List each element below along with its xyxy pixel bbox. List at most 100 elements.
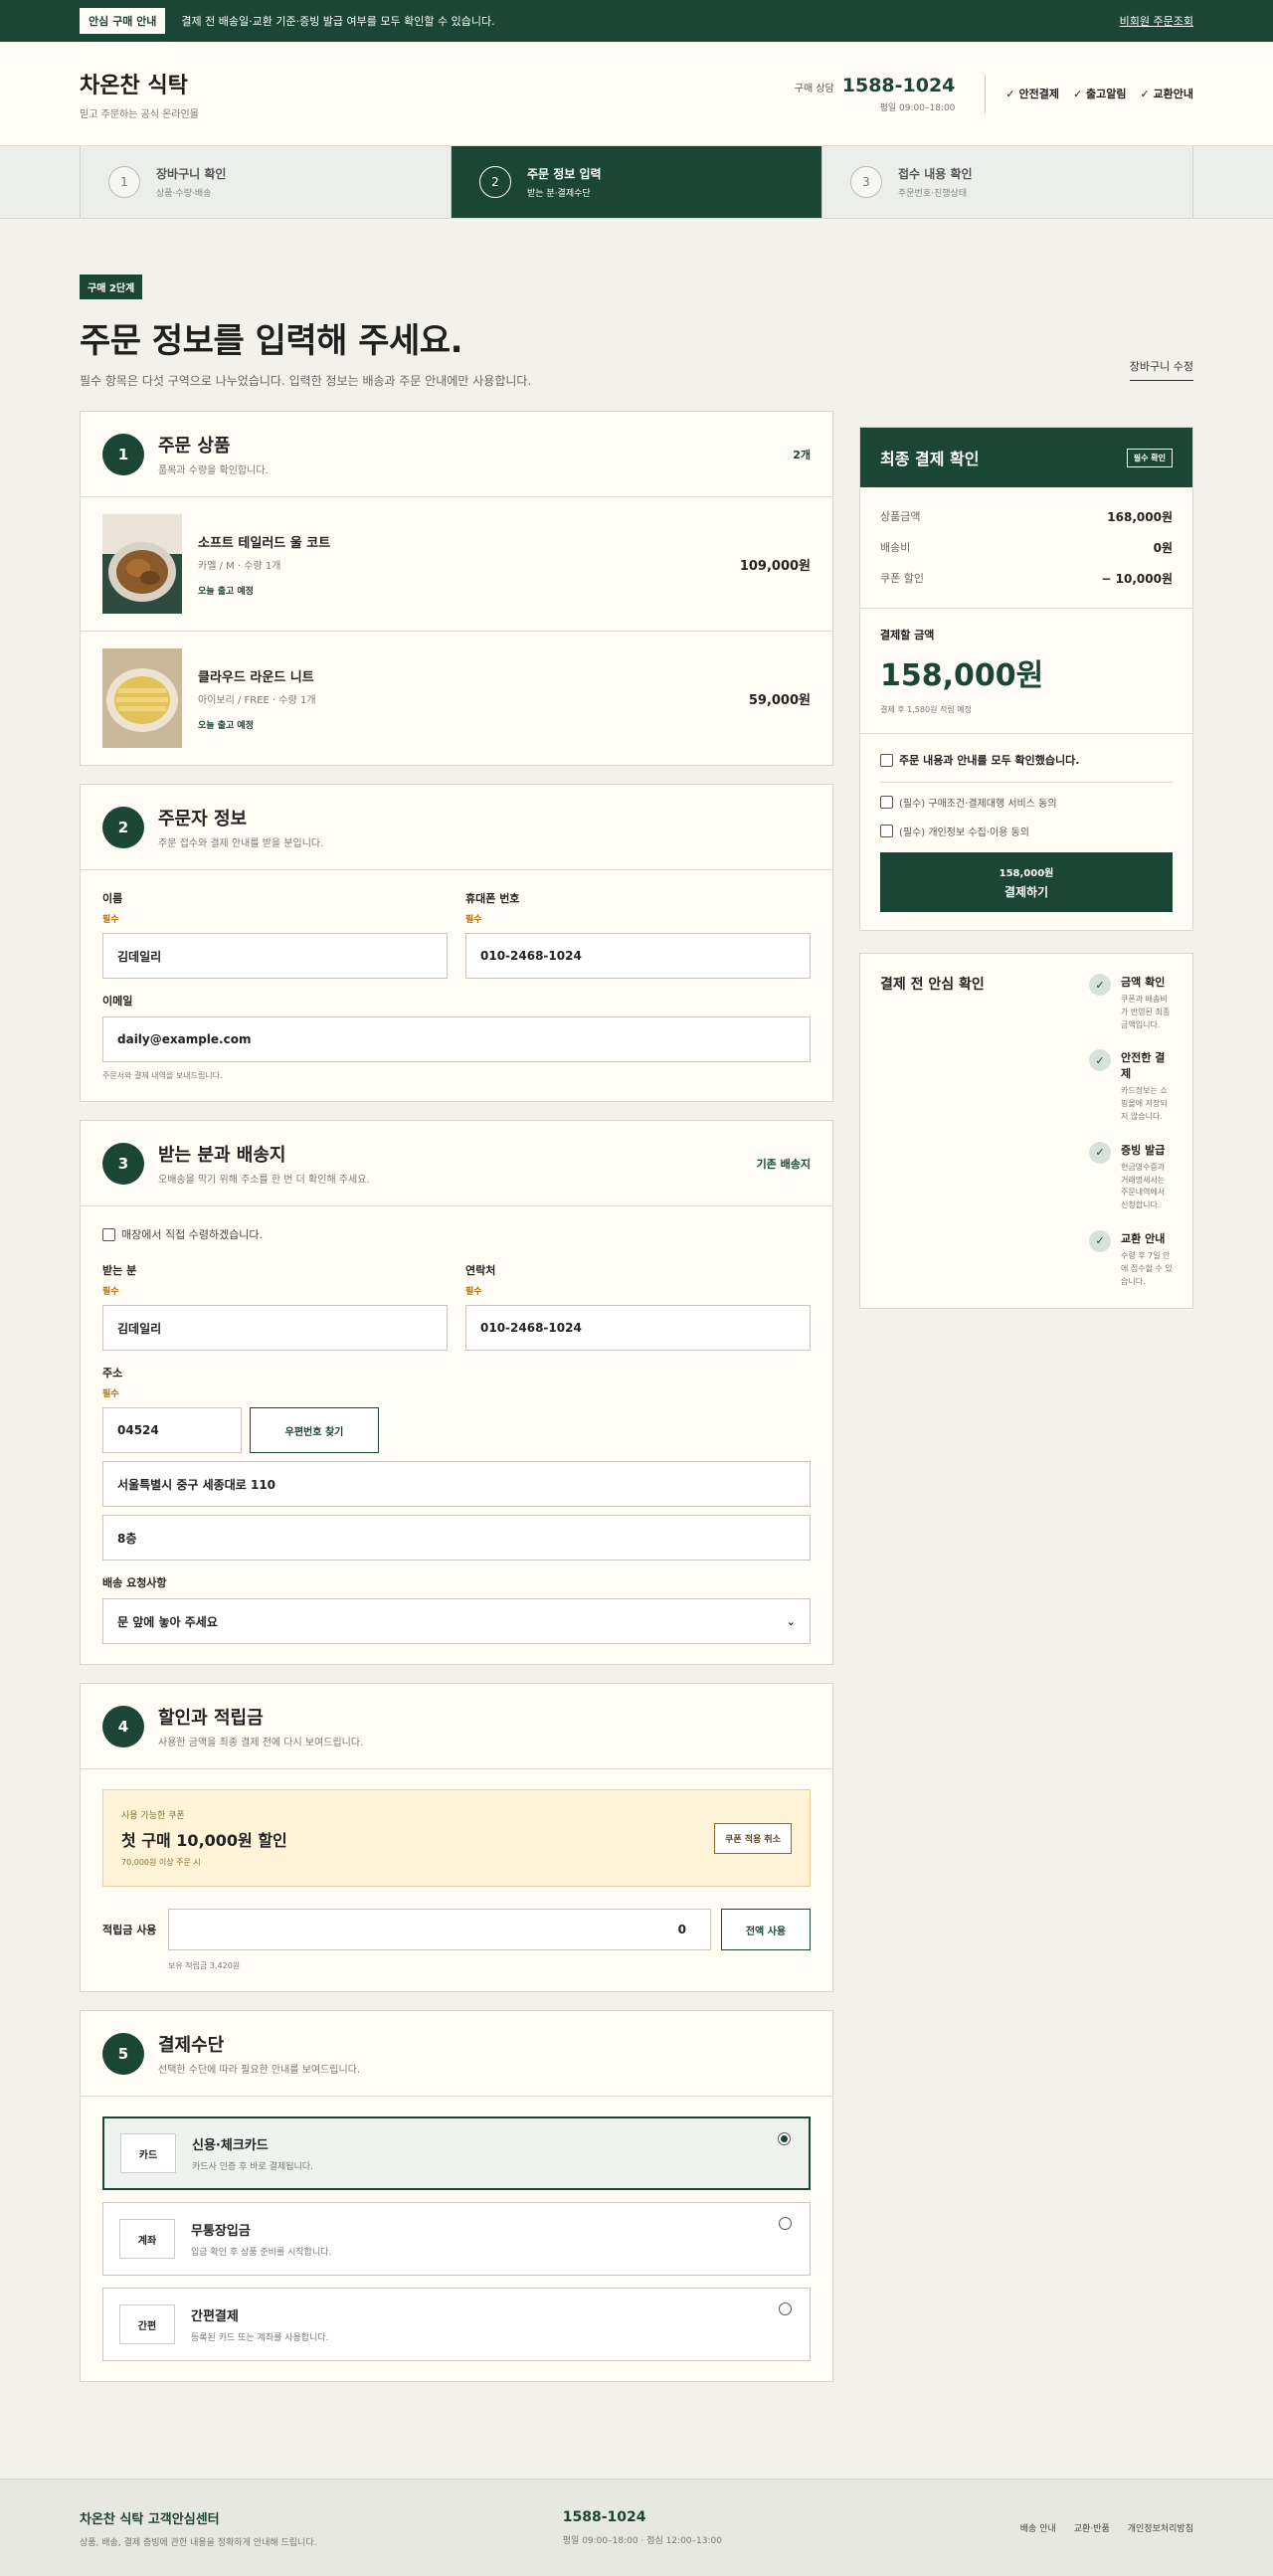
agree-all-option[interactable]: 주문 내용과 안내를 모두 확인했습니다. xyxy=(880,752,1173,783)
trust-item-safe-pay: 안전결제 xyxy=(1005,86,1058,101)
orderer-phone-input[interactable]: 010-2468-1024 xyxy=(465,933,811,979)
summary-label: 배송비 xyxy=(880,541,911,554)
coupon-title: 첫 구매 10,000원 할인 xyxy=(121,1831,287,1850)
payment-summary: 최종 결제 확인 필수 확인 상품금액 168,000원 배송비 0원 쿠폰 할인 −… xyxy=(859,427,1193,931)
brand: 차온찬 식탁 믿고 주문하는 공식 온라인몰 xyxy=(80,68,795,120)
step-confirm: 3 접수 내용 확인 주문번호·진행상태 xyxy=(821,146,1193,218)
payment-option-easy[interactable]: 간편 간편결제 등록된 카드 또는 계좌를 사용합니다. xyxy=(102,2288,811,2361)
summary-row: 쿠폰 할인 − 10,000원 xyxy=(880,563,1173,594)
recipient-contact-input[interactable]: 010-2468-1024 xyxy=(465,1305,811,1351)
delivery-request-select[interactable]: 문 앞에 놓아 주세요 ⌄ xyxy=(102,1598,811,1644)
summary-label: 쿠폰 할인 xyxy=(880,572,924,585)
section-title: 주문 상품 xyxy=(158,436,231,457)
points-earn-note: 결제 후 1,580원 적립 예정 xyxy=(880,705,972,714)
payment-tag: 계좌 xyxy=(119,2219,175,2259)
pay-button[interactable]: 158,000원 결제하기 xyxy=(880,852,1173,912)
payment-radio[interactable] xyxy=(779,2217,792,2230)
brand-tagline: 믿고 주문하는 공식 온라인몰 xyxy=(80,108,199,120)
product-item: 클라우드 라운드 니트 아이보리 / FREE · 수량 1개 오늘 출고 예정… xyxy=(81,632,832,765)
required-tag: 필수 xyxy=(465,1287,482,1297)
summary-value: − 10,000원 xyxy=(1101,572,1173,586)
coupon-cancel-button[interactable]: 쿠폰 적용 취소 xyxy=(714,1822,792,1854)
safety-title: 결제 전 안심 확인 xyxy=(880,977,985,993)
store-pickup-checkbox[interactable] xyxy=(102,1227,115,1241)
orderer-name-input[interactable]: 김데일리 xyxy=(102,933,448,979)
summary-value: 0원 xyxy=(1153,541,1173,555)
product-name: 클라우드 라운드 니트 xyxy=(198,669,314,685)
coupon-card: 사용 가능한 쿠폰 첫 구매 10,000원 할인 70,000원 이상 주문 … xyxy=(102,1789,811,1887)
agree-terms-option[interactable]: (필수) 구매조건·결제대행 서비스 동의 xyxy=(880,795,1173,810)
section-subtitle: 주문 접수와 결제 안내를 받을 분입니다. xyxy=(158,838,324,849)
footer-hours: 평일 09:00–18:00 · 점심 12:00–13:00 xyxy=(562,2536,722,2546)
total-label: 결제할 금액 xyxy=(880,629,935,642)
section-number: 5 xyxy=(102,2032,144,2075)
step-title: 접수 내용 확인 xyxy=(898,167,973,181)
step-sub: 상품·수량·배송 xyxy=(156,189,212,199)
product-name: 소프트 테일러드 울 코트 xyxy=(198,535,331,551)
safety-item-title: 금액 확인 xyxy=(1121,976,1166,989)
safety-item-desc: 카드정보는 쇼핑몰에 저장되지 않습니다. xyxy=(1121,1086,1168,1121)
payment-radio[interactable] xyxy=(779,2302,792,2315)
agree-privacy-checkbox[interactable] xyxy=(880,825,893,837)
section-title: 주문자 정보 xyxy=(158,809,248,829)
payment-option-bank[interactable]: 계좌 무통장입금 입금 확인 후 상품 준비를 시작합니다. xyxy=(102,2202,811,2276)
store-pickup-option[interactable]: 매장에서 직접 수령하겠습니다. xyxy=(102,1226,811,1242)
product-shipping: 오늘 출고 예정 xyxy=(198,720,254,731)
safety-item: ✓ 교환 안내 수령 후 7일 안에 접수할 수 있습니다. xyxy=(1089,1229,1173,1288)
address-line2-input[interactable]: 8층 xyxy=(102,1515,811,1561)
payment-radio[interactable] xyxy=(778,2132,791,2145)
required-tag: 필수 xyxy=(465,915,482,925)
pay-button-label: 결제하기 xyxy=(1003,885,1049,899)
step-sub: 받는 분·결제수단 xyxy=(527,189,591,199)
checkout-main: 1 주문 상품 품목과 수량을 확인합니다. 2개 소프트 테일러드 울 코트 … xyxy=(0,411,1273,2400)
cart-edit-link[interactable]: 장바구니 수정 xyxy=(1129,358,1193,381)
order-form: 1 주문 상품 품목과 수량을 확인합니다. 2개 소프트 테일러드 울 코트 … xyxy=(80,411,833,2400)
use-all-points-button[interactable]: 전액 사용 xyxy=(721,1909,811,1950)
payment-tag: 카드 xyxy=(120,2133,176,2173)
section-subtitle: 선택한 수단에 따라 필요한 안내를 보여드립니다. xyxy=(158,2065,361,2076)
step-number: 3 xyxy=(850,166,882,198)
agree-terms-checkbox[interactable] xyxy=(880,796,893,809)
zipcode-input[interactable]: 04524 xyxy=(102,1407,242,1453)
summary-badge: 필수 확인 xyxy=(1126,448,1173,467)
payment-tag: 간편 xyxy=(119,2304,175,2344)
step-title: 주문 정보 입력 xyxy=(527,167,602,181)
section-title: 결제수단 xyxy=(158,2035,225,2056)
trust-item-exchange: 교환안내 xyxy=(1140,86,1193,101)
guest-order-lookup-link[interactable]: 비회원 주문조회 xyxy=(1120,13,1193,29)
recipient-label: 받는 분 xyxy=(102,1264,137,1277)
safety-item-desc: 현금영수증과 거래명세서는 주문내역에서 신청합니다. xyxy=(1121,1162,1166,1210)
email-field[interactable]: daily@example.com xyxy=(102,1016,811,1062)
agree-all-checkbox[interactable] xyxy=(880,753,893,767)
default-address-button[interactable]: 기존 배송지 xyxy=(757,1156,811,1172)
agree-privacy-option[interactable]: (필수) 개인정보 수집·이용 동의 xyxy=(880,824,1173,838)
recipient-name-input[interactable]: 김데일리 xyxy=(102,1305,448,1351)
section-number: 3 xyxy=(102,1142,144,1185)
points-input[interactable]: 0 xyxy=(168,1909,711,1950)
product-price: 59,000원 xyxy=(748,692,811,708)
safety-item: ✓ 금액 확인 쿠폰과 배송비가 반영된 최종 금액입니다. xyxy=(1089,974,1173,1031)
points-label: 적립금 사용 xyxy=(102,1924,157,1936)
section-discounts: 4 할인과 적립금 사용한 금액을 최종 결제 전에 다시 보여드립니다. 사용… xyxy=(80,1683,833,1992)
brand-logo[interactable]: 차온찬 식탁 xyxy=(80,68,795,99)
section-payment: 5 결제수단 선택한 수단에 따라 필요한 안내를 보여드립니다. 카드 신용·… xyxy=(80,2010,833,2382)
safety-item-title: 교환 안내 xyxy=(1121,1231,1166,1245)
safety-item-title: 증빙 발급 xyxy=(1121,1143,1166,1157)
footer-link-shipping[interactable]: 배송 안내 xyxy=(1020,2521,1056,2534)
address-line1-input[interactable]: 서울특별시 중구 세종대로 110 xyxy=(102,1461,811,1507)
footer-link-returns[interactable]: 교환·반품 xyxy=(1074,2521,1110,2534)
email-label: 이메일 xyxy=(102,995,133,1008)
footer-title: 차온찬 식탁 고객안심센터 xyxy=(80,2511,220,2527)
delivery-request-value: 문 앞에 놓아 주세요 xyxy=(117,1614,218,1629)
summary-label: 상품금액 xyxy=(880,510,921,523)
payment-option-card[interactable]: 카드 신용·체크카드 카드사 인증 후 바로 결제됩니다. xyxy=(102,2116,811,2190)
payment-title: 간편결제 xyxy=(191,2309,239,2324)
step-cart[interactable]: 1 장바구니 확인 상품·수량·배송 xyxy=(80,146,451,218)
product-price: 109,000원 xyxy=(739,558,811,574)
footer-link-privacy[interactable]: 개인정보처리방침 xyxy=(1128,2521,1193,2534)
safety-check-panel: 결제 전 안심 확인 ✓ 금액 확인 쿠폰과 배송비가 반영된 최종 금액입니다.… xyxy=(859,953,1193,1310)
notice-message: 결제 전 배송일·교환 기준·증빙 발급 여부를 모두 확인할 수 있습니다. xyxy=(181,15,495,28)
coupon-caption: 사용 가능한 쿠폰 xyxy=(121,1811,185,1821)
zipcode-search-button[interactable]: 우편번호 찾기 xyxy=(250,1407,379,1453)
checkout-steps: 1 장바구니 확인 상품·수량·배송 2 주문 정보 입력 받는 분·결제수단 3 … xyxy=(0,146,1273,219)
